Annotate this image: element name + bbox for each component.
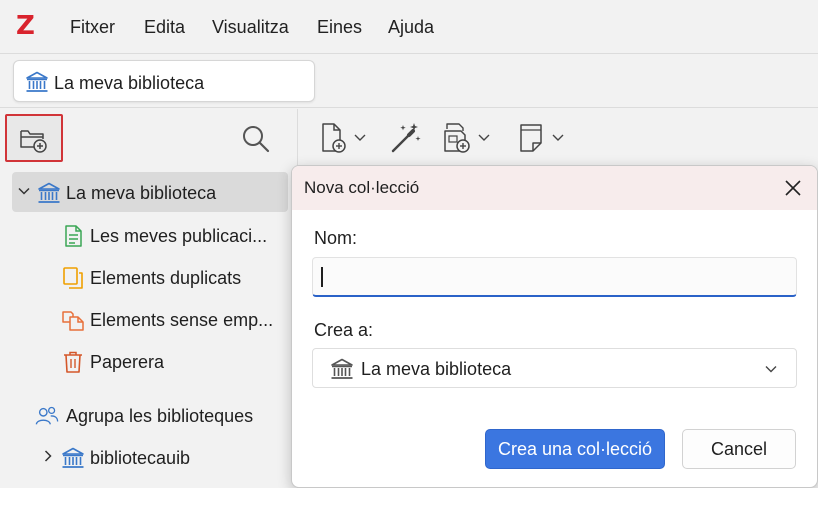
tree-item-unfiled[interactable]: Elements sense emp... bbox=[0, 299, 298, 339]
select-value: La meva biblioteca bbox=[361, 359, 512, 379]
tree-item-bibliotecauib[interactable]: bibliotecauib bbox=[0, 437, 298, 477]
library-tab[interactable]: La meva biblioteca bbox=[13, 60, 315, 102]
tree-item-label: Agrupa les biblioteques bbox=[66, 406, 254, 426]
tree-item-trash[interactable]: Paperera bbox=[0, 341, 298, 381]
new-collection-button[interactable] bbox=[5, 114, 63, 162]
tree-item-duplicates[interactable]: Elements duplicats bbox=[0, 257, 298, 297]
chevron-down-icon[interactable] bbox=[17, 184, 31, 198]
create-collection-button[interactable]: Crea una col·lecció bbox=[485, 429, 665, 469]
dialog-title: Nova col·lecció bbox=[304, 178, 420, 197]
zotero-window: Z Fitxer Edita Visualitza Eines Ajuda La… bbox=[0, 0, 818, 488]
groups-icon bbox=[35, 406, 59, 425]
add-attachment-icon bbox=[444, 123, 490, 153]
add-attachment-button[interactable] bbox=[441, 121, 493, 155]
trash-icon bbox=[64, 351, 82, 373]
tree-item-label: Elements sense emp... bbox=[90, 310, 274, 330]
unfiled-icon bbox=[62, 311, 84, 331]
new-item-icon bbox=[322, 123, 366, 153]
collections-pane: La meva biblioteca Les meves publicaci..… bbox=[0, 109, 298, 488]
tree-item-label: Paperera bbox=[90, 352, 165, 372]
new-item-button[interactable] bbox=[319, 121, 369, 155]
menu-edit[interactable]: Edita bbox=[144, 16, 185, 38]
menu-bar: Z Fitxer Edita Visualitza Eines Ajuda bbox=[0, 0, 818, 54]
new-collection-icon bbox=[20, 130, 47, 153]
parent-collection-select[interactable]: La meva biblioteca bbox=[312, 348, 797, 388]
text-caret bbox=[321, 267, 323, 287]
tree-item-label: Elements duplicats bbox=[90, 268, 242, 288]
tree-item-label: bibliotecauib bbox=[90, 448, 191, 468]
library-icon bbox=[330, 358, 354, 380]
library-icon bbox=[38, 182, 60, 203]
search-button[interactable] bbox=[240, 123, 272, 155]
new-note-button[interactable] bbox=[517, 121, 567, 155]
library-tab-label: La meva biblioteca bbox=[54, 73, 205, 93]
items-toolbar bbox=[299, 109, 818, 167]
menu-view[interactable]: Visualitza bbox=[212, 16, 289, 38]
chevron-right-icon[interactable] bbox=[41, 449, 55, 463]
duplicates-icon bbox=[63, 267, 83, 289]
create-in-label: Crea a: bbox=[314, 320, 374, 340]
dialog-titlebar: Nova col·lecció bbox=[292, 166, 817, 210]
add-by-identifier-button[interactable] bbox=[387, 121, 423, 155]
tree-item-group-libraries[interactable]: Agrupa les biblioteques bbox=[0, 395, 298, 435]
tree-item-label: La meva biblioteca bbox=[66, 183, 217, 203]
cancel-button[interactable]: Cancel bbox=[682, 429, 796, 469]
new-collection-dialog: Nova col·lecció Nom: Crea a: La meva bib… bbox=[291, 165, 818, 488]
menu-tools[interactable]: Eines bbox=[317, 16, 362, 38]
search-icon bbox=[243, 126, 270, 153]
publications-icon bbox=[65, 225, 82, 247]
magic-wand-icon bbox=[391, 123, 421, 153]
menu-file[interactable]: Fitxer bbox=[70, 16, 115, 38]
close-icon bbox=[785, 180, 801, 196]
collection-name-input[interactable] bbox=[312, 257, 797, 297]
library-icon bbox=[25, 71, 49, 93]
tree-item-my-publications[interactable]: Les meves publicaci... bbox=[0, 215, 298, 255]
tab-bar: La meva biblioteca bbox=[0, 55, 818, 108]
chevron-down-icon bbox=[765, 366, 777, 373]
zotero-logo: Z bbox=[16, 11, 35, 41]
dialog-close-button[interactable] bbox=[779, 174, 807, 202]
name-label: Nom: bbox=[314, 228, 358, 248]
new-note-icon bbox=[520, 124, 564, 152]
tree-item-label: Les meves publicaci... bbox=[90, 226, 268, 246]
library-icon bbox=[62, 447, 84, 468]
menu-help[interactable]: Ajuda bbox=[388, 16, 434, 38]
tree-item-my-library[interactable]: La meva biblioteca bbox=[0, 172, 298, 212]
